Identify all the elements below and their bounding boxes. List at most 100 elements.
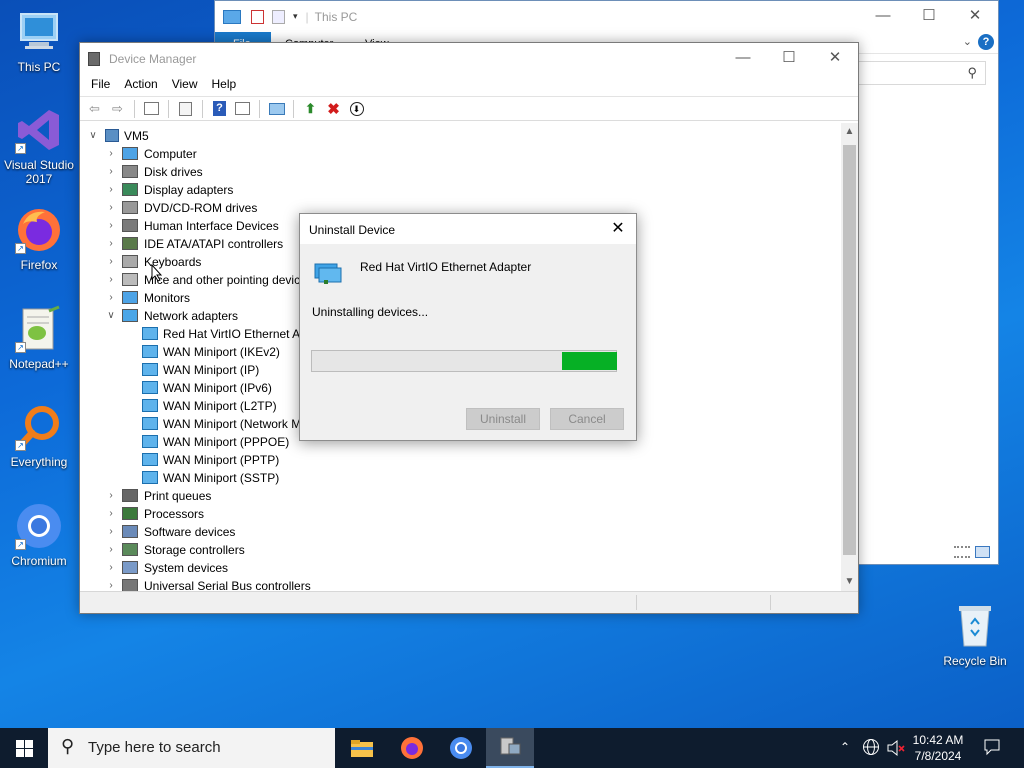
tree-category[interactable]: › Print queues [80, 487, 820, 505]
start-button[interactable] [0, 728, 48, 768]
network-globe-icon[interactable] [862, 738, 880, 759]
properties-icon[interactable] [251, 9, 264, 24]
help-icon[interactable]: ? [978, 34, 994, 50]
scroll-up-icon[interactable]: ▲ [841, 123, 858, 141]
desktop-icon-chromium[interactable]: ↗ Chromium [1, 502, 77, 568]
network-adapter-icon [142, 399, 158, 412]
desktop-icon-firefox[interactable]: ↗ Firefox [1, 206, 77, 272]
tree-category-label: Network adapters [144, 309, 239, 323]
show-hidden-icons-icon[interactable]: ⌃ [840, 740, 850, 754]
software-device-icon [122, 525, 138, 538]
collapse-chevron-icon[interactable]: ∨ [88, 127, 98, 145]
taskbar-chromium[interactable] [437, 728, 485, 768]
expand-chevron-icon[interactable]: › [106, 181, 116, 199]
minimize-button[interactable]: — [720, 43, 766, 73]
expand-chevron-icon[interactable]: › [106, 199, 116, 217]
expand-chevron-icon[interactable]: › [106, 271, 116, 289]
desktop-icon-recycle-bin[interactable]: Recycle Bin [937, 602, 1013, 668]
tree-category[interactable]: › Software devices [80, 523, 820, 541]
action-pane-icon[interactable] [232, 99, 253, 119]
expand-chevron-icon[interactable]: › [106, 505, 116, 523]
tree-category[interactable]: › Display adapters [80, 181, 820, 199]
maximize-button[interactable]: ☐ [766, 43, 812, 73]
taskbar-firefox[interactable] [388, 728, 436, 768]
expand-chevron-icon[interactable]: › [106, 235, 116, 253]
new-folder-icon[interactable] [272, 9, 285, 24]
uninstall-button[interactable]: Uninstall [466, 408, 540, 430]
tree-category-label: DVD/CD-ROM drives [144, 201, 258, 215]
forward-arrow-icon[interactable]: ⇨ [107, 99, 128, 119]
desktop-icon-visual-studio[interactable]: ↗ Visual Studio 2017 [1, 106, 77, 186]
expand-chevron-icon[interactable]: › [106, 253, 116, 271]
large-icons-view-icon[interactable] [975, 546, 990, 558]
uninstall-device-icon[interactable]: ✖ [323, 99, 344, 119]
network-adapter-icon [142, 345, 158, 358]
menu-action[interactable]: Action [117, 74, 164, 96]
close-button[interactable]: ✕ [952, 1, 998, 31]
disable-device-icon[interactable]: ⬇ [346, 99, 367, 119]
taskbar-device-manager[interactable] [486, 728, 534, 768]
maximize-button[interactable]: ☐ [906, 1, 952, 31]
tree-category[interactable]: › Computer [80, 145, 820, 163]
clock-time: 10:42 AM [912, 733, 964, 747]
desktop-icon-this-pc[interactable]: This PC [1, 8, 77, 74]
close-button[interactable]: ✕ [812, 43, 858, 73]
dialog-close-button[interactable]: ✕ [600, 214, 636, 244]
tree-category[interactable]: › Storage controllers [80, 541, 820, 559]
expand-chevron-icon[interactable]: › [106, 487, 116, 505]
tree-category[interactable]: › System devices [80, 559, 820, 577]
tree-category[interactable]: › Universal Serial Bus controllers [80, 577, 820, 591]
usb-icon [122, 579, 138, 591]
tree-category-label: Computer [144, 147, 197, 161]
expand-chevron-icon[interactable]: › [106, 577, 116, 591]
windows-logo-icon [15, 739, 33, 757]
tree-category[interactable]: › Processors [80, 505, 820, 523]
display-adapter-icon [122, 183, 138, 196]
network-adapter-icon [142, 381, 158, 394]
clock[interactable]: 10:42 AM 7/8/2024 [906, 732, 970, 764]
dvd-drive-icon [122, 201, 138, 214]
back-arrow-icon[interactable]: ⇦ [84, 99, 105, 119]
scrollbar-thumb[interactable] [843, 145, 856, 555]
details-view-icon[interactable] [954, 546, 970, 558]
volume-muted-icon[interactable] [886, 739, 906, 760]
action-center-icon[interactable] [983, 738, 1001, 759]
menu-view[interactable]: View [165, 74, 205, 96]
menu-file[interactable]: File [84, 74, 117, 96]
tree-category[interactable]: › Disk drives [80, 163, 820, 181]
monitor-icon [122, 291, 138, 304]
tree-category-label: Storage controllers [144, 543, 245, 557]
network-adapter-icon [142, 327, 158, 340]
uninstall-progress-bar [311, 350, 617, 372]
network-adapter-icon [142, 417, 158, 430]
expand-chevron-icon[interactable]: › [106, 559, 116, 577]
menu-help[interactable]: Help [205, 74, 244, 96]
taskbar-file-explorer[interactable] [338, 728, 386, 768]
update-driver-icon[interactable]: ⬆ [300, 99, 321, 119]
properties-icon[interactable] [175, 99, 196, 119]
cancel-button[interactable]: Cancel [550, 408, 624, 430]
taskbar-search-box[interactable]: ⚲ Type here to search [48, 728, 335, 768]
ribbon-expand-icon[interactable]: ⌄ [963, 35, 972, 48]
vertical-scrollbar[interactable]: ▲ ▼ [841, 123, 858, 591]
expand-chevron-icon[interactable]: › [106, 163, 116, 181]
scroll-down-icon[interactable]: ▼ [841, 573, 858, 591]
scan-hardware-icon[interactable] [266, 99, 287, 119]
expand-chevron-icon[interactable]: › [106, 289, 116, 307]
quick-access-dropdown-icon[interactable]: ▾ [293, 11, 298, 22]
dialog-titlebar[interactable]: Uninstall Device [300, 214, 636, 244]
help-icon[interactable]: ? [209, 99, 230, 119]
expand-chevron-icon[interactable]: › [106, 145, 116, 163]
expand-chevron-icon[interactable]: › [106, 541, 116, 559]
expand-chevron-icon[interactable]: › [106, 217, 116, 235]
clock-date: 7/8/2024 [914, 749, 962, 763]
uninstall-device-dialog[interactable]: Uninstall Device ✕ Red Hat VirtIO Ethern… [299, 213, 637, 441]
collapse-chevron-icon[interactable]: ∨ [106, 307, 116, 325]
minimize-button[interactable]: — [860, 1, 906, 31]
show-hide-console-tree-icon[interactable] [141, 99, 162, 119]
desktop-icon-everything[interactable]: ↗ Everything [1, 403, 77, 469]
explorer-search-box[interactable]: ⚲ [858, 61, 986, 85]
status-bar [80, 591, 858, 613]
expand-chevron-icon[interactable]: › [106, 523, 116, 541]
desktop-icon-notepad-plus-plus[interactable]: ↗ Notepad++ [1, 305, 77, 371]
